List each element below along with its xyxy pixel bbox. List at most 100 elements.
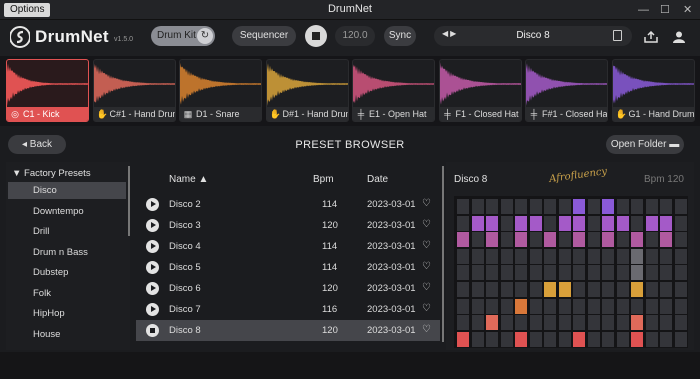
step-cell[interactable] <box>573 315 585 331</box>
step-cell[interactable] <box>544 265 556 281</box>
step-cell[interactable] <box>587 199 600 214</box>
step-cell[interactable] <box>660 315 672 331</box>
step-cell[interactable] <box>500 248 513 264</box>
step-cell[interactable] <box>471 298 484 314</box>
favorite-heart-icon[interactable]: ♡ <box>422 240 431 251</box>
step-cell[interactable] <box>631 199 643 214</box>
step-cell[interactable] <box>616 248 629 264</box>
save-icon[interactable] <box>613 30 622 41</box>
step-cell[interactable] <box>558 282 571 297</box>
play-icon[interactable] <box>146 282 159 295</box>
step-cell[interactable] <box>645 282 658 297</box>
step-cell[interactable] <box>529 298 542 314</box>
step-cell[interactable] <box>471 215 484 231</box>
step-cell[interactable] <box>544 315 556 331</box>
pad-3[interactable]: ▦ D1 - Snare <box>179 59 262 122</box>
step-cell[interactable] <box>486 298 498 314</box>
step-cell[interactable] <box>602 199 614 214</box>
step-cell[interactable] <box>457 199 469 214</box>
step-cell[interactable] <box>486 331 498 347</box>
step-cell[interactable] <box>471 331 484 347</box>
step-cell[interactable] <box>529 265 542 281</box>
step-cell[interactable] <box>674 215 687 231</box>
step-cell[interactable] <box>674 265 687 281</box>
step-cell[interactable] <box>660 199 672 214</box>
step-cell[interactable] <box>573 232 585 248</box>
step-cell[interactable] <box>631 282 643 297</box>
step-cell[interactable] <box>515 248 527 264</box>
step-cell[interactable] <box>471 199 484 214</box>
step-cell[interactable] <box>587 232 600 248</box>
step-cell[interactable] <box>500 265 513 281</box>
step-cell[interactable] <box>500 331 513 347</box>
favorite-heart-icon[interactable]: ♡ <box>422 282 431 293</box>
step-cell[interactable] <box>573 331 585 347</box>
step-cell[interactable] <box>674 232 687 248</box>
folder-item[interactable]: House <box>8 326 126 343</box>
step-cell[interactable] <box>645 331 658 347</box>
step-cell[interactable] <box>515 215 527 231</box>
step-cell[interactable] <box>500 315 513 331</box>
favorite-heart-icon[interactable]: ♡ <box>422 303 431 314</box>
folder-item[interactable]: Dubstep <box>8 264 126 281</box>
preset-row[interactable]: Disco 5 114 2023-03-01 ♡ <box>136 257 440 278</box>
step-cell[interactable] <box>486 232 498 248</box>
step-cell[interactable] <box>616 199 629 214</box>
step-cell[interactable] <box>631 265 643 281</box>
favorite-heart-icon[interactable]: ♡ <box>422 324 431 335</box>
step-cell[interactable] <box>631 315 643 331</box>
preset-row[interactable]: Disco 3 120 2023-03-01 ♡ <box>136 215 440 236</box>
step-cell[interactable] <box>660 232 672 248</box>
step-cell[interactable] <box>471 315 484 331</box>
step-cell[interactable] <box>616 215 629 231</box>
step-cell[interactable] <box>645 315 658 331</box>
step-cell[interactable] <box>587 315 600 331</box>
preset-row[interactable]: Disco 7 116 2023-03-01 ♡ <box>136 299 440 320</box>
open-folder-button[interactable]: Open Folder ▬ <box>606 135 684 154</box>
step-cell[interactable] <box>602 215 614 231</box>
step-cell[interactable] <box>558 331 571 347</box>
play-icon[interactable] <box>146 324 159 337</box>
sequencer-button[interactable]: Sequencer <box>232 26 296 46</box>
step-cell[interactable] <box>602 265 614 281</box>
step-cell[interactable] <box>558 265 571 281</box>
step-cell[interactable] <box>457 315 469 331</box>
pad-1[interactable]: ◎ C1 - Kick <box>6 59 89 122</box>
step-cell[interactable] <box>558 248 571 264</box>
step-cell[interactable] <box>602 282 614 297</box>
step-cell[interactable] <box>558 199 571 214</box>
step-cell[interactable] <box>631 232 643 248</box>
folder-item[interactable]: Drill <box>8 223 126 240</box>
maximize-button[interactable]: ☐ <box>660 3 670 17</box>
step-cell[interactable] <box>602 298 614 314</box>
folder-item[interactable]: Disco <box>8 182 126 199</box>
step-cell[interactable] <box>515 315 527 331</box>
step-cell[interactable] <box>544 232 556 248</box>
step-cell[interactable] <box>558 298 571 314</box>
preset-row[interactable]: Disco 8 120 2023-03-01 ♡ <box>136 320 440 341</box>
step-cell[interactable] <box>645 298 658 314</box>
table-scrollbar[interactable] <box>442 166 444 342</box>
minimize-button[interactable]: — <box>638 3 649 17</box>
step-cell[interactable] <box>602 248 614 264</box>
step-cell[interactable] <box>544 298 556 314</box>
play-icon[interactable] <box>146 303 159 316</box>
step-cell[interactable] <box>457 248 469 264</box>
step-cell[interactable] <box>674 298 687 314</box>
favorite-heart-icon[interactable]: ♡ <box>422 261 431 272</box>
step-cell[interactable] <box>631 215 643 231</box>
step-cell[interactable] <box>660 282 672 297</box>
step-cell[interactable] <box>645 215 658 231</box>
step-cell[interactable] <box>515 265 527 281</box>
step-cell[interactable] <box>529 331 542 347</box>
export-icon[interactable] <box>644 31 658 43</box>
step-cell[interactable] <box>544 215 556 231</box>
step-cell[interactable] <box>471 248 484 264</box>
step-cell[interactable] <box>616 265 629 281</box>
step-cell[interactable] <box>544 199 556 214</box>
folder-scrollbar[interactable] <box>128 166 130 236</box>
step-cell[interactable] <box>573 199 585 214</box>
preset-row[interactable]: Disco 2 114 2023-03-01 ♡ <box>136 194 440 215</box>
step-cell[interactable] <box>616 298 629 314</box>
step-cell[interactable] <box>544 282 556 297</box>
